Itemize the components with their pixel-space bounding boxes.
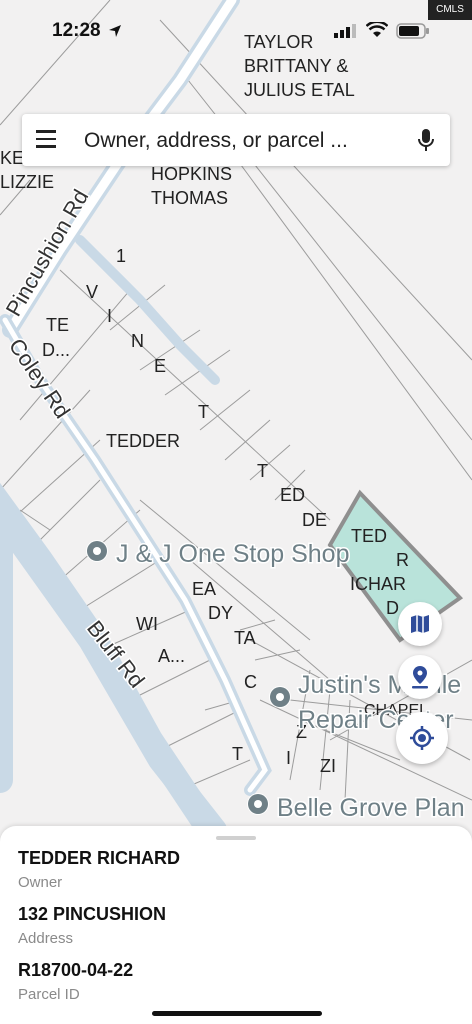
hamburger-menu-icon[interactable] [36,130,60,150]
parcel-details-sheet[interactable]: TEDDER RICHARD Owner 132 PINCUSHION Addr… [0,826,472,1024]
poi-label: J & J One Stop Shop [116,540,349,568]
watermark-logo: CMLS [428,0,472,20]
owner-label: DY [208,603,233,623]
owner-label: A... [158,646,185,666]
owner-label: WI [136,614,158,634]
wifi-icon [366,22,388,37]
poi-jj-one-stop-shop[interactable]: J & J One Stop Shop [86,539,351,570]
owner-value: TEDDER RICHARD [18,848,180,868]
search-bar [22,114,450,166]
owner-label: 1 [116,246,126,266]
owner-label: C [244,672,257,692]
owner-label: LIZZIE [0,172,54,192]
pin-icon [412,666,428,689]
owner-label: ZI [320,756,336,776]
home-indicator[interactable] [152,1011,322,1016]
owner-label: EA [192,579,216,599]
selected-parcel-label: TED [351,526,387,546]
microphone-icon[interactable] [418,128,434,152]
sheet-drag-handle[interactable] [216,836,256,840]
owner-label: T [232,744,243,764]
search-input[interactable] [82,124,396,158]
selected-parcel-label: ICHAR [350,574,406,594]
owner-label: N [131,331,144,351]
owner-label: THOMAS [151,188,228,208]
status-time: 12:28 [52,20,101,41]
owner-label: KE [0,148,24,168]
selected-parcel-label: D [386,598,399,618]
owner-label: T [198,402,209,422]
poi-belle-grove[interactable]: Belle Grove Plan [247,793,466,824]
owner-label: TE [46,315,69,335]
owner-label: E [154,356,166,376]
battery-icon [396,23,429,39]
address-label: Address [18,930,74,947]
owner-label: HOPKINS [151,164,232,184]
owner-label: I [286,748,291,768]
owner-label: TEDDER [106,431,180,451]
drop-pin-button[interactable] [398,655,442,699]
parcel-id-value: R18700-04-22 [18,960,134,980]
owner-label: TA [234,628,256,648]
poi-label: Belle Grove Plan [277,794,465,822]
owner-label: I [107,306,112,326]
owner-label: JULIUS ETAL [244,80,355,100]
owner-label: D... [42,340,70,360]
my-location-button[interactable] [396,712,448,764]
owner-label: ED [280,485,305,505]
parcel-id-label: Parcel ID [18,986,80,1003]
map-layers-button[interactable] [398,602,442,646]
owner-label: T [257,461,268,481]
status-bar: 12:28 CMLS [0,0,472,60]
map-icon [411,615,429,633]
owner-label: V [86,282,98,302]
location-arrow-icon [109,25,121,37]
owner-label: Owner [18,874,63,891]
owner-label: DE [302,510,327,530]
selected-parcel-label: R [396,550,409,570]
address-value: 132 PINCUSHION [18,904,167,924]
cellular-signal-icon [334,24,356,38]
my-location-icon [410,726,434,750]
